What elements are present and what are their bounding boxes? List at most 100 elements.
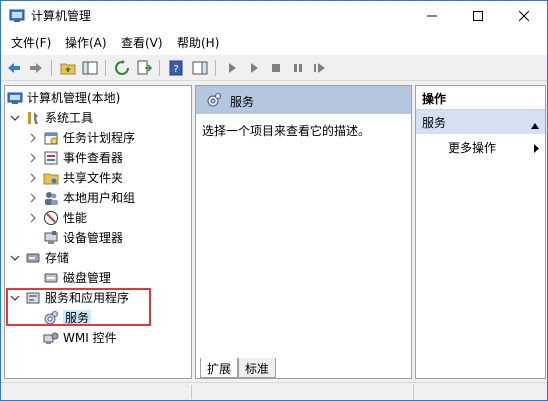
tree-item-event-viewer[interactable]: 事件查看器 bbox=[27, 148, 123, 168]
menu-bar: 文件(F) 操作(A) 查看(V) 帮助(H) bbox=[1, 31, 547, 55]
play-icon bbox=[229, 63, 236, 73]
tree-item-system-tools[interactable]: 系统工具 bbox=[9, 108, 93, 128]
event-viewer-icon bbox=[43, 150, 59, 166]
console-tree-pane: 计算机管理(本地) 系统工具 任务计划程序 事件查看器 共享文件夹 本地用户和组… bbox=[4, 85, 192, 379]
tree-label: WMI 控件 bbox=[63, 331, 117, 345]
computer-management-app-icon bbox=[9, 8, 25, 24]
up-one-level-button[interactable] bbox=[59, 59, 77, 77]
tree-label: 性能 bbox=[63, 211, 88, 225]
refresh-button[interactable] bbox=[113, 59, 131, 77]
menu-file[interactable]: 文件(F) bbox=[11, 35, 51, 51]
tree-label: 事件查看器 bbox=[63, 151, 124, 165]
chevron-right-icon[interactable] bbox=[27, 132, 39, 144]
tree-label: 计算机管理(本地) bbox=[27, 91, 121, 105]
shared-folder-icon bbox=[43, 170, 59, 186]
details-pane: 服务 选择一个项目来查看它的描述。 扩展 标准 bbox=[195, 85, 412, 379]
refresh-icon bbox=[115, 60, 129, 75]
resume-service-button[interactable] bbox=[245, 59, 263, 77]
more-actions-label: 更多操作 bbox=[448, 141, 497, 155]
tree-root-computer-management[interactable]: 计算机管理(本地) bbox=[7, 88, 120, 108]
restart-icon bbox=[314, 63, 325, 73]
toolbar-separator bbox=[51, 60, 52, 76]
status-bar bbox=[1, 382, 547, 400]
wmi-control-icon bbox=[43, 330, 59, 346]
tab-standard[interactable]: 标准 bbox=[238, 358, 277, 378]
menu-view[interactable]: 查看(V) bbox=[121, 35, 163, 51]
computer-management-window: 计算机管理 文件(F) 操作(A) 查看(V) 帮助(H) ? 计算机管理(本地… bbox=[0, 0, 548, 401]
show-hide-console-tree-button[interactable] bbox=[81, 59, 99, 77]
details-description: 选择一个项目来查看它的描述。 bbox=[202, 124, 371, 138]
chevron-right-icon[interactable] bbox=[27, 192, 39, 204]
tab-extended[interactable]: 扩展 bbox=[200, 358, 239, 378]
chevron-right-icon[interactable] bbox=[27, 172, 39, 184]
tree-item-local-users-groups[interactable]: 本地用户和组 bbox=[27, 188, 135, 208]
tree-item-wmi-control[interactable]: WMI 控件 bbox=[43, 328, 117, 348]
details-title: 服务 bbox=[230, 95, 255, 109]
storage-icon bbox=[25, 250, 41, 266]
services-gear-icon bbox=[206, 92, 222, 111]
back-button[interactable] bbox=[5, 59, 23, 77]
console-tree-icon bbox=[82, 61, 98, 75]
tree-item-performance[interactable]: 性能 bbox=[27, 208, 87, 228]
close-button[interactable] bbox=[501, 1, 547, 31]
actions-section-services[interactable]: 服务 bbox=[416, 110, 545, 134]
maximize-button[interactable] bbox=[455, 1, 501, 31]
minimize-button[interactable] bbox=[409, 1, 455, 31]
status-divider bbox=[191, 385, 192, 399]
menu-help[interactable]: 帮助(H) bbox=[177, 35, 219, 51]
stop-service-button[interactable] bbox=[267, 59, 285, 77]
action-pane-icon bbox=[192, 61, 208, 75]
computer-management-icon bbox=[7, 90, 23, 106]
menu-action[interactable]: 操作(A) bbox=[65, 35, 107, 51]
tree-item-task-scheduler[interactable]: 任务计划程序 bbox=[27, 128, 135, 148]
title-bar: 计算机管理 bbox=[1, 1, 547, 31]
chevron-right-icon[interactable] bbox=[27, 152, 39, 164]
tree-item-device-manager[interactable]: 设备管理器 bbox=[43, 228, 123, 248]
toolbar-separator bbox=[215, 60, 216, 76]
collapse-up-icon[interactable] bbox=[531, 118, 539, 132]
tree-label: 磁盘管理 bbox=[63, 271, 112, 285]
help-button[interactable]: ? bbox=[167, 59, 185, 77]
folder-up-icon bbox=[60, 63, 76, 75]
pause-icon bbox=[294, 64, 302, 72]
tree-label: 共享文件夹 bbox=[63, 171, 124, 185]
maximize-icon bbox=[473, 11, 483, 21]
tree-label: 系统工具 bbox=[45, 111, 94, 125]
export-list-button[interactable] bbox=[135, 59, 153, 77]
minimize-icon bbox=[427, 15, 437, 17]
more-actions-item[interactable]: 更多操作 bbox=[448, 139, 496, 156]
stop-icon bbox=[272, 64, 280, 72]
status-divider bbox=[413, 385, 414, 399]
forward-button[interactable] bbox=[27, 59, 45, 77]
details-header: 服务 bbox=[196, 86, 411, 114]
export-list-icon bbox=[137, 60, 152, 75]
users-icon bbox=[43, 190, 59, 206]
chevron-right-icon[interactable] bbox=[27, 212, 39, 224]
view-tabs: 扩展 标准 bbox=[196, 358, 411, 378]
device-manager-icon bbox=[43, 230, 59, 246]
show-hide-action-pane-button[interactable] bbox=[191, 59, 209, 77]
tree-item-storage[interactable]: 存储 bbox=[9, 248, 69, 268]
performance-icon bbox=[43, 210, 59, 226]
window-title: 计算机管理 bbox=[31, 9, 92, 23]
tree-label: 任务计划程序 bbox=[63, 131, 136, 145]
chevron-down-icon[interactable] bbox=[9, 112, 21, 124]
actions-section-label: 服务 bbox=[422, 116, 447, 130]
disk-management-icon bbox=[43, 270, 59, 286]
restart-service-button[interactable] bbox=[311, 59, 329, 77]
svg-text:?: ? bbox=[173, 64, 178, 75]
chevron-down-icon[interactable] bbox=[9, 252, 21, 264]
help-book-icon: ? bbox=[169, 60, 183, 76]
start-service-button[interactable] bbox=[223, 59, 241, 77]
tree-item-disk-management[interactable]: 磁盘管理 bbox=[43, 268, 111, 288]
toolbar: ? bbox=[1, 55, 547, 81]
task-scheduler-icon bbox=[43, 130, 59, 146]
forward-arrow-icon bbox=[30, 63, 42, 73]
play-icon bbox=[251, 63, 258, 73]
toolbar-separator bbox=[159, 60, 160, 76]
pause-service-button[interactable] bbox=[289, 59, 307, 77]
highlight-annotation-box bbox=[6, 288, 151, 326]
system-tools-icon bbox=[25, 110, 41, 126]
tree-label: 存储 bbox=[45, 251, 70, 265]
tree-item-shared-folders[interactable]: 共享文件夹 bbox=[27, 168, 123, 188]
